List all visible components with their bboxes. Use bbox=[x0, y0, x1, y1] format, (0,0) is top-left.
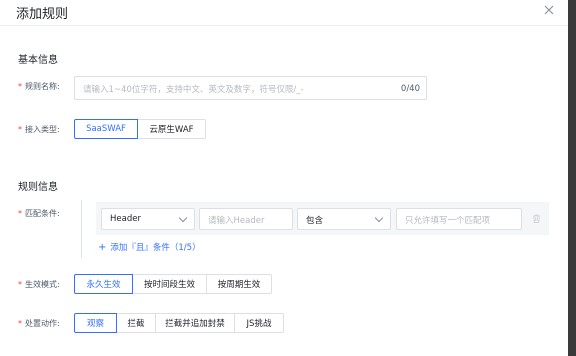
action-label: * 处置动作: bbox=[18, 319, 60, 328]
effect-option-permanent[interactable]: 永久生效 bbox=[74, 274, 133, 294]
add-rule-dialog: 添加规则 基本信息 * 规则名称: 请输入1~40位字符，支持中文、英文及数字，符… bbox=[0, 0, 569, 356]
rule-name-input[interactable]: 请输入1~40位字符，支持中文、英文及数字，符号仅限/_- 0/40 bbox=[74, 76, 427, 100]
action-option-js-challenge[interactable]: JS挑战 bbox=[234, 313, 284, 333]
chevron-down-icon bbox=[374, 213, 384, 223]
match-field-select[interactable]: Header bbox=[101, 208, 195, 230]
dialog-title: 添加规则 bbox=[16, 7, 69, 22]
effect-option-period[interactable]: 按周期生效 bbox=[206, 274, 272, 294]
action-option-observe[interactable]: 观察 bbox=[74, 313, 117, 333]
page-scrollbar[interactable] bbox=[568, 0, 576, 356]
match-field-value: Header bbox=[110, 214, 141, 224]
effect-mode-label: * 生效模式: bbox=[18, 280, 60, 289]
action-group: 观察 拦截 拦截并追加封禁 JS挑战 bbox=[74, 313, 284, 333]
trash-icon[interactable] bbox=[532, 214, 541, 223]
rule-name-placeholder: 请输入1~40位字符，支持中文、英文及数字，符号仅限/_- bbox=[83, 85, 304, 95]
action-option-block-and-ban[interactable]: 拦截并追加封禁 bbox=[155, 313, 235, 333]
rule-name-label: * 规则名称: bbox=[18, 82, 60, 91]
access-type-label: * 接入类型: bbox=[18, 125, 60, 134]
match-field-input[interactable]: 请输入Header bbox=[199, 208, 293, 230]
add-and-condition-link[interactable]: + 添加『且』条件（1/5） bbox=[98, 241, 201, 253]
access-option-cloud-native-waf[interactable]: 云原生WAF bbox=[137, 119, 206, 139]
match-field-placeholder: 请输入Header bbox=[208, 216, 265, 226]
match-value-input[interactable]: 只允许填写一个匹配项 bbox=[396, 208, 522, 230]
access-option-saaswaf[interactable]: SaaSWAF bbox=[74, 119, 138, 139]
chevron-down-icon bbox=[178, 213, 188, 223]
access-type-group: SaaSWAF 云原生WAF bbox=[74, 119, 206, 139]
match-value-placeholder: 只允许填写一个匹配项 bbox=[405, 216, 491, 226]
match-operator-select[interactable]: 包含 bbox=[297, 208, 391, 230]
effect-option-time-range[interactable]: 按时间段生效 bbox=[132, 274, 207, 294]
effect-mode-group: 永久生效 按时间段生效 按周期生效 bbox=[74, 274, 272, 294]
dialog-header: 添加规则 bbox=[0, 0, 568, 26]
match-operator-value: 包含 bbox=[306, 216, 324, 226]
condition-group-line bbox=[81, 200, 82, 258]
close-icon[interactable] bbox=[544, 5, 554, 15]
section-title-rule: 规则信息 bbox=[18, 182, 58, 193]
plus-icon: + bbox=[98, 242, 107, 253]
section-title-basic: 基本信息 bbox=[18, 55, 58, 66]
rule-name-count: 0/40 bbox=[400, 84, 420, 94]
action-option-block[interactable]: 拦截 bbox=[116, 313, 156, 333]
match-condition-label: * 匹配条件: bbox=[18, 209, 60, 218]
